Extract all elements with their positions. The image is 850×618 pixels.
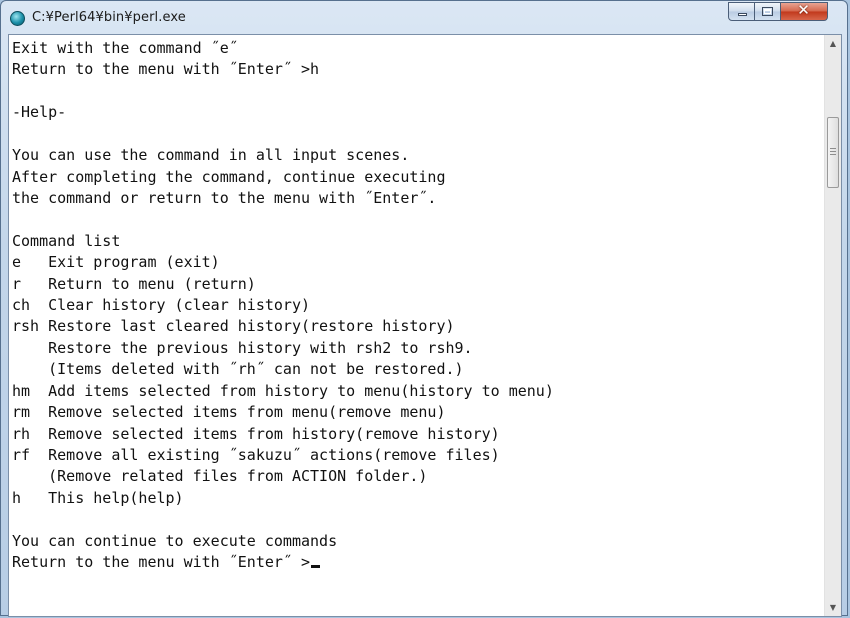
console-line: rh Remove selected items from history(re… — [12, 424, 500, 443]
minimize-button[interactable] — [728, 2, 755, 21]
console-window: C:¥Perl64¥bin¥perl.exe ✕ Exit with the c… — [0, 0, 848, 617]
console-line: Exit with the command ˝e˝ — [12, 39, 238, 57]
console-line: (Remove related files from ACTION folder… — [12, 467, 428, 486]
scroll-down-arrow-icon[interactable]: ▼ — [825, 599, 841, 616]
scrollbar-thumb[interactable] — [827, 117, 839, 188]
console-line: Restore the previous history with rsh2 t… — [12, 338, 473, 357]
console-line: rsh Restore last cleared history(restore… — [12, 317, 455, 336]
console-line: ch Clear history (clear history) — [12, 296, 311, 315]
console-prompt-line[interactable]: Return to the menu with ˝Enter˝ > — [12, 552, 820, 573]
console-line: the command or return to the menu with ˝… — [12, 188, 437, 207]
title-bar[interactable]: C:¥Perl64¥bin¥perl.exe ✕ — [1, 1, 847, 34]
console-line: -Help- — [12, 103, 67, 122]
perl-app-icon[interactable] — [10, 11, 25, 26]
console-line: r Return to menu (return) — [12, 274, 256, 293]
console-output[interactable]: Exit with the command ˝e˝ Return to the … — [12, 38, 820, 614]
maximize-icon — [762, 7, 773, 16]
window-title: C:¥Perl64¥bin¥perl.exe — [32, 10, 186, 25]
console-line: After completing the command, continue e… — [12, 167, 446, 186]
console-line: Return to the menu with ˝Enter˝ >h — [12, 60, 320, 79]
console-line: You can use the command in all input sce… — [12, 146, 410, 165]
scroll-up-arrow-icon[interactable]: ▲ — [825, 35, 841, 52]
close-button[interactable]: ✕ — [781, 1, 828, 21]
console-line: rf Remove all existing ˝sakuzu˝ actions(… — [12, 446, 500, 465]
console-line: Command list — [12, 231, 121, 250]
vertical-scrollbar[interactable]: ▲ ▼ — [824, 35, 841, 616]
console-line: h This help(help) — [12, 488, 184, 507]
console-client-area: Exit with the command ˝e˝ Return to the … — [8, 34, 842, 617]
console-line: You can continue to execute commands — [12, 531, 338, 550]
console-prompt: Return to the menu with ˝Enter˝ > — [12, 553, 311, 572]
console-line: hm Add items selected from history to me… — [12, 381, 554, 400]
console-line: (Items deleted with ˝rh˝ can not be rest… — [12, 360, 464, 379]
text-cursor — [311, 565, 321, 569]
console-line: rm Remove selected items from menu(remov… — [12, 403, 446, 422]
thumb-grip-icon — [830, 148, 836, 155]
minimize-icon — [738, 13, 747, 16]
close-icon: ✕ — [797, 1, 810, 19]
maximize-button[interactable] — [755, 2, 781, 21]
console-line: e Exit program (exit) — [12, 253, 220, 272]
